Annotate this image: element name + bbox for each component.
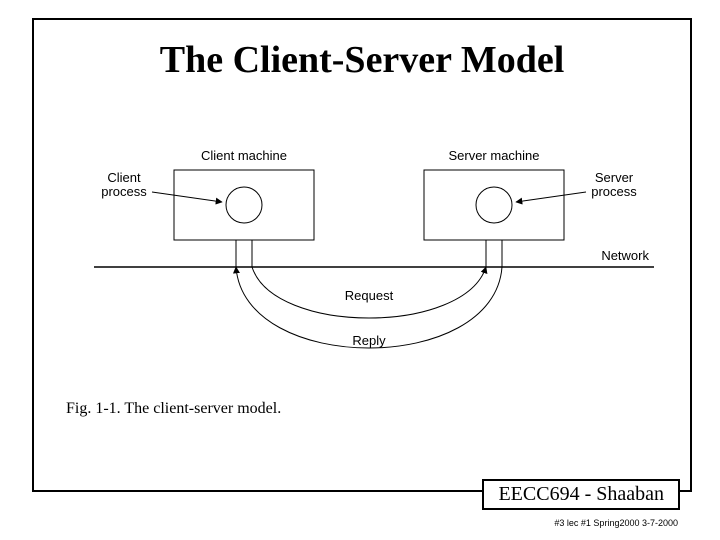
svg-text:Reply: Reply <box>352 333 386 348</box>
client-server-diagram: Client machine Server machine Client pro… <box>94 130 654 360</box>
page-title: The Client-Server Model <box>34 38 690 82</box>
svg-text:Server machine: Server machine <box>448 148 539 163</box>
svg-text:Server: Server <box>595 170 634 185</box>
svg-text:process: process <box>591 184 637 199</box>
footer-smallprint: #3 lec #1 Spring2000 3-7-2000 <box>554 518 678 528</box>
figure-caption: Fig. 1-1. The client-server model. <box>66 400 281 418</box>
svg-text:process: process <box>101 184 147 199</box>
svg-text:Client: Client <box>107 170 141 185</box>
svg-text:Client machine: Client machine <box>201 148 287 163</box>
svg-text:Network: Network <box>601 248 649 263</box>
diagram-svg: Client machine Server machine Client pro… <box>94 130 654 360</box>
footer-badge: EECC694 - Shaaban <box>482 479 680 510</box>
svg-text:Request: Request <box>345 288 394 303</box>
